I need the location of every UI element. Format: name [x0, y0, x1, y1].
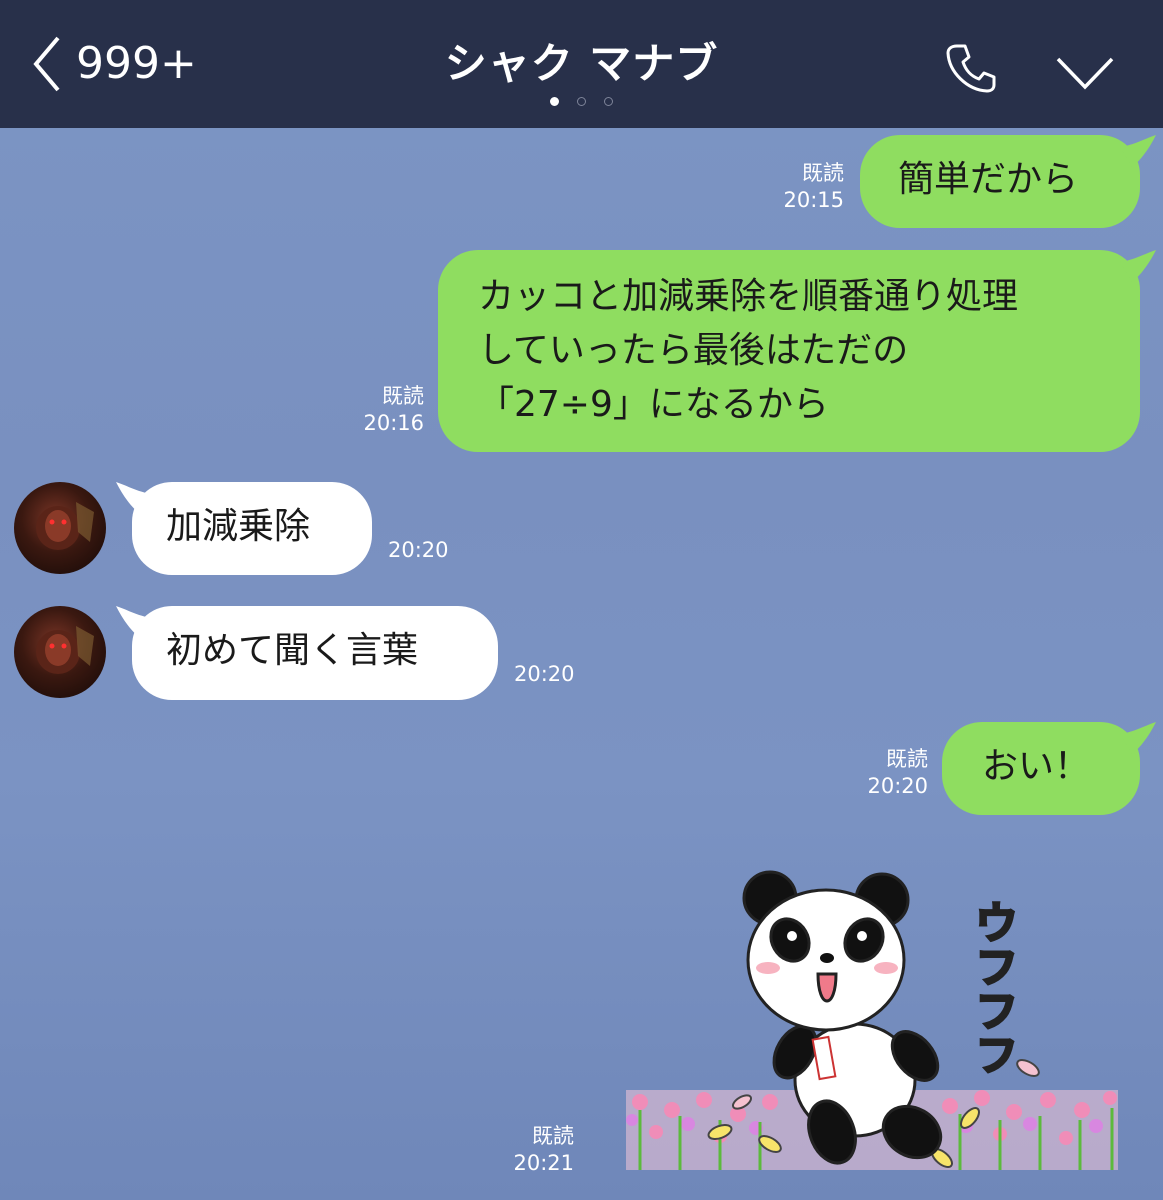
chevron-down-icon	[1056, 57, 1114, 90]
read-status: 既読	[532, 1124, 574, 1148]
message-bubble[interactable]: 初めて聞く言葉	[132, 606, 498, 700]
message-time: 20:20	[867, 774, 928, 798]
message-meta: 既読 20:15	[760, 160, 844, 214]
message-line: カッコと加減乗除を順番通り処理	[478, 276, 1019, 317]
message-meta: 既読 20:20	[844, 746, 928, 800]
message-bubble[interactable]: 加減乗除	[132, 482, 372, 575]
page-dot	[577, 97, 586, 106]
message-meta: 既読 20:21	[490, 1123, 574, 1177]
phone-icon	[946, 44, 996, 93]
message-meta: 既読 20:16	[340, 383, 424, 437]
message-time: 20:20	[388, 538, 449, 562]
panda-sticker-image: ウフフフ	[626, 870, 1118, 1170]
page-dot	[550, 97, 559, 106]
panda-sticker[interactable]: ウフフフ	[620, 870, 1120, 1175]
message-time: 20:16	[363, 411, 424, 435]
avatar[interactable]	[14, 606, 106, 698]
page-dot	[604, 97, 613, 106]
avatar[interactable]	[14, 482, 106, 574]
read-status: 既読	[382, 384, 424, 408]
message-text: 初めて聞く言葉	[166, 630, 419, 671]
avatar-image	[36, 626, 94, 674]
message-time: 20:21	[513, 1151, 574, 1175]
chat-header: 999+ シャク マナブ	[0, 0, 1163, 128]
message-line: していったら最後はただの	[478, 330, 909, 371]
bubble-tail	[1120, 135, 1156, 167]
message-text: おい！	[982, 746, 1091, 787]
call-button[interactable]	[943, 40, 999, 100]
bubble-tail	[1120, 722, 1156, 754]
message-bubble[interactable]: カッコと加減乗除を順番通り処理 していったら最後はただの 「27÷9」になるから	[438, 250, 1140, 452]
message-text: 簡単だから	[898, 159, 1079, 200]
svg-text:ウフフフ: ウフフフ	[967, 900, 1018, 1076]
bubble-tail	[1120, 250, 1156, 282]
read-status: 既読	[886, 747, 928, 771]
message-time: 20:20	[514, 662, 575, 686]
message-bubble[interactable]: おい！	[942, 722, 1140, 815]
message-bubble[interactable]: 簡単だから	[860, 135, 1140, 228]
message-text: 加減乗除	[166, 506, 311, 547]
menu-toggle-button[interactable]	[1055, 55, 1115, 95]
message-time: 20:15	[783, 188, 844, 212]
message-line: 「27÷9」になるから	[478, 384, 829, 425]
read-status: 既読	[802, 161, 844, 185]
avatar-image	[36, 502, 94, 550]
